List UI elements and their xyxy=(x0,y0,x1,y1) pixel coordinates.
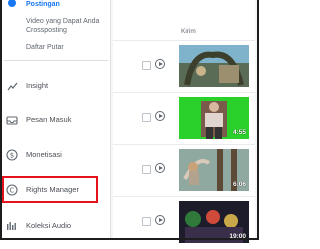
window-frame xyxy=(0,0,259,240)
